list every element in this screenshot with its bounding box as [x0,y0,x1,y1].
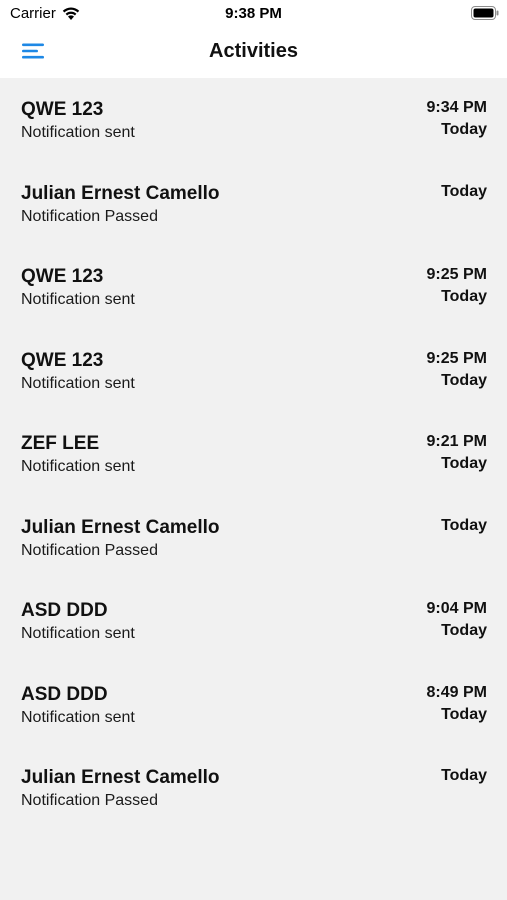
activity-title: Julian Ernest Camello [21,182,220,204]
activity-day: Today [441,371,487,389]
activity-day: Today [441,622,487,639]
activity-subtitle: Notification sent [21,708,135,726]
activity-time: 9:34 PM [426,99,487,116]
activity-subtitle: Notification sent [21,625,135,642]
activity-day: Today [441,705,487,723]
activity-time: 9:04 PM [426,600,487,617]
activity-day: Today [441,121,487,138]
activity-row[interactable]: ZEF LEE Notification sent 9:21 PM Today [0,412,507,496]
activity-subtitle: Notification Passed [21,207,158,225]
activity-title: ASD DDD [21,683,108,705]
activity-row[interactable]: Julian Ernest Camello Notification Passed… [0,496,507,580]
activity-list: QWE 123 Notification sent 9:34 PM Today Juli… [0,78,507,830]
navigation-bar: Activities [0,28,507,78]
activity-title: ASD DDD [21,600,108,621]
activity-subtitle: Notification sent [21,124,135,141]
activity-day: Today [441,288,487,305]
activity-title: QWE 123 [21,266,104,287]
activity-subtitle: Notification Passed [21,541,158,559]
activity-time: 8:49 PM [426,683,487,701]
page-title: Activities [209,40,298,62]
activity-row[interactable]: QWE 123 Notification sent 9:25 PM Today [0,245,507,329]
activity-day: Today [441,455,487,472]
activity-subtitle: Notification sent [21,291,135,308]
status-time: 9:38 PM [225,5,282,22]
battery-icon [471,6,499,20]
status-bar: Carrier 9:38 PM [0,0,507,28]
activity-day: Today [441,182,487,200]
activity-row[interactable]: ASD DDD Notification sent 9:04 PM Today [0,579,507,663]
activity-title: QWE 123 [21,99,104,120]
activity-subtitle: Notification Passed [21,792,158,809]
activity-row[interactable]: QWE 123 Notification sent 9:25 PM Today [0,329,507,413]
activity-title: QWE 123 [21,349,104,371]
activity-row[interactable]: Julian Ernest Camello Notification Passed… [0,162,507,246]
activity-subtitle: Notification sent [21,458,135,475]
activity-row[interactable]: Julian Ernest Camello Notification Passed… [0,746,507,830]
activity-row[interactable]: QWE 123 Notification sent 9:34 PM Today [0,78,507,162]
activity-row[interactable]: ASD DDD Notification sent 8:49 PM Today [0,663,507,747]
activity-title: Julian Ernest Camello [21,767,220,788]
activity-day: Today [441,767,487,784]
activity-subtitle: Notification sent [21,374,135,392]
activity-title: Julian Ernest Camello [21,516,220,538]
activity-time: 9:25 PM [426,266,487,283]
activity-time: 9:25 PM [426,349,487,367]
activity-day: Today [441,516,487,534]
activity-time: 9:21 PM [426,433,487,450]
activity-title: ZEF LEE [21,433,100,454]
